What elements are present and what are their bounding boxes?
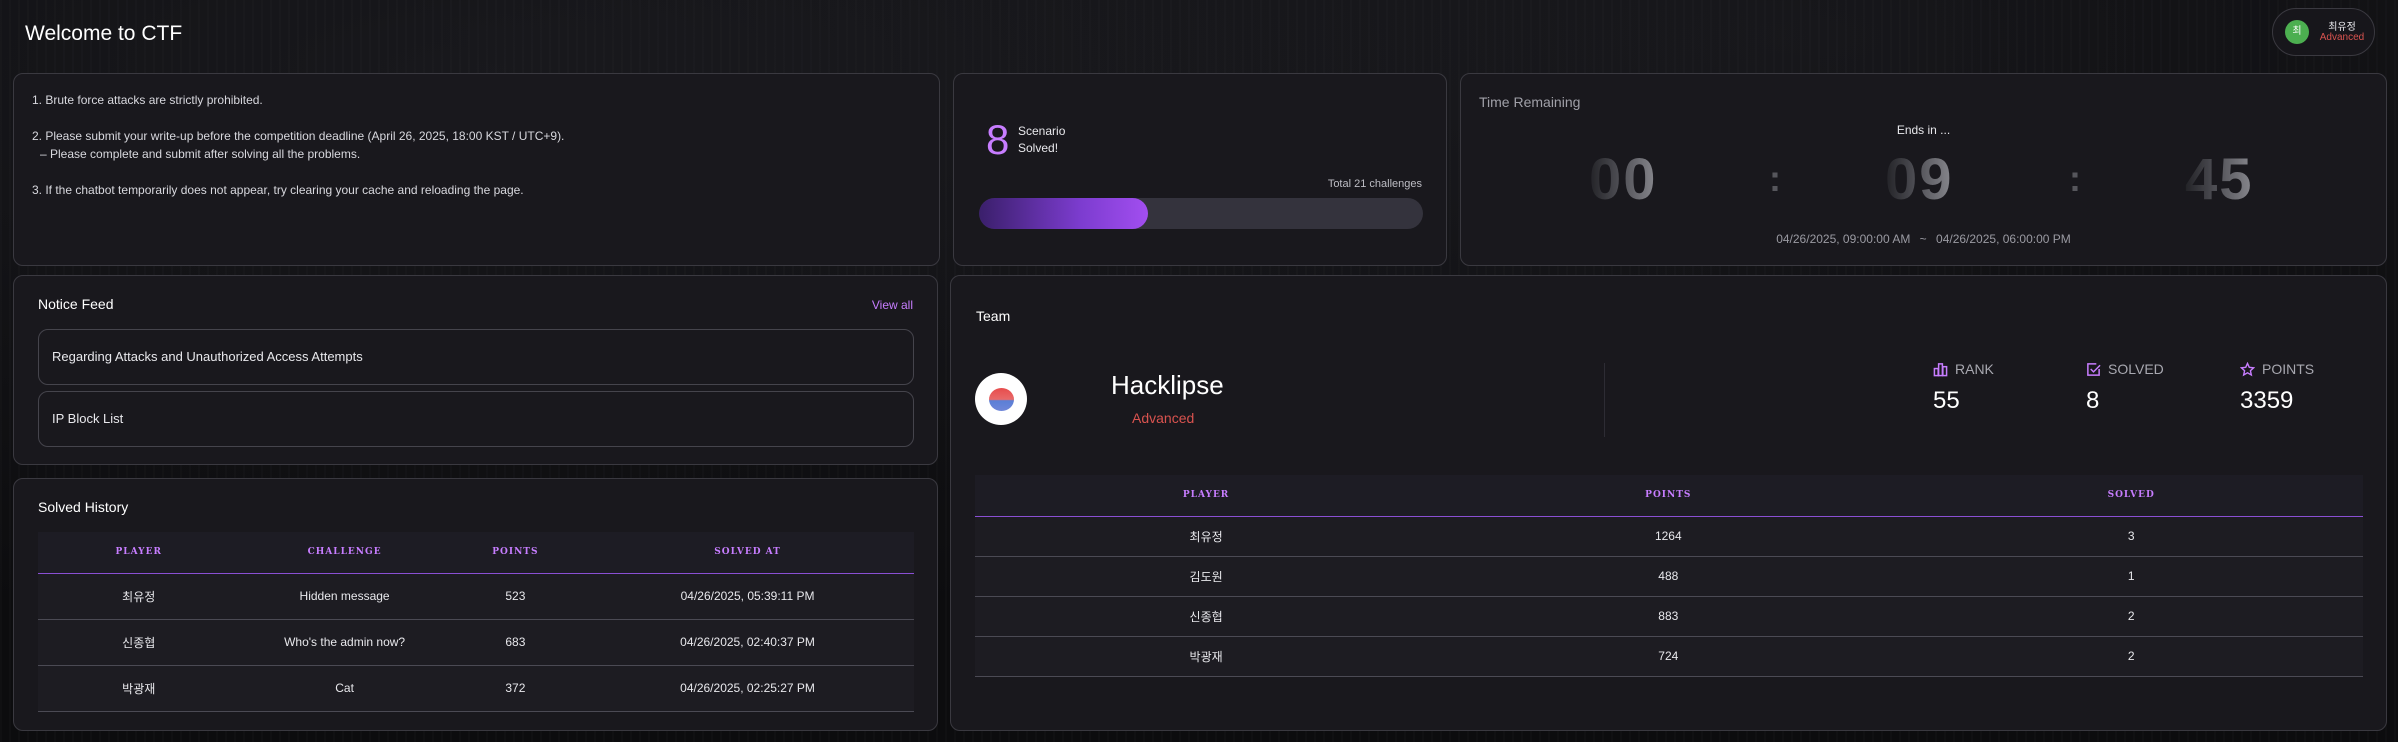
team-name: Hacklipse [1111, 370, 1224, 400]
player-cell: 최유정 [38, 573, 240, 620]
page-title: Welcome to CTF [25, 22, 183, 45]
rule-1: 1. Brute force attacks are strictly proh… [32, 93, 263, 107]
scenario-progress-card: 8 Scenario Solved! Total 21 challenges [953, 73, 1447, 266]
points-cell: 488 [1437, 556, 1900, 597]
solved-cell: 2 [1899, 596, 2363, 637]
rule-2: 2. Please submit your write-up before th… [32, 129, 565, 143]
solved-at-cell: 04/26/2025, 02:40:37 PM [581, 619, 914, 666]
solved-count: 8 [986, 116, 1010, 163]
column-header: POINTS [1437, 475, 1900, 517]
solved-value: 8 [2086, 387, 2100, 414]
solved-stat: SOLVED 8 [2086, 361, 2164, 415]
points-cell: 724 [1437, 636, 1900, 677]
column-header: CHALLENGE [239, 532, 450, 574]
player-cell: 신종협 [975, 596, 1438, 637]
range-separator: ~ [1919, 232, 1927, 246]
star-icon [2240, 361, 2255, 376]
notice-item[interactable]: Regarding Attacks and Unauthorized Acces… [38, 329, 914, 385]
solved-cell: 3 [1899, 516, 2363, 557]
challenge-cell: Who's the admin now? [239, 619, 450, 666]
checkbox-icon [2087, 362, 2101, 376]
user-avatar: 최 [2285, 20, 2309, 44]
rank-label: RANK [1955, 361, 1994, 377]
team-card: Team Hacklipse Advanced RANK 55 SOLVED 8… [950, 275, 2387, 731]
timer-colon: : [1769, 158, 1781, 199]
notice-feed-heading: Notice Feed [38, 296, 114, 312]
rank-value: 55 [1933, 387, 1960, 414]
solved-history-table: PLAYER CHALLENGE POINTS SOLVED AT 최유정 Hi… [38, 532, 914, 712]
points-cell: 1264 [1437, 516, 1900, 557]
progress-bar [979, 198, 1423, 229]
time-remaining-heading: Time Remaining [1479, 94, 1581, 110]
ends-in-label: Ends in ... [1896, 123, 1951, 137]
team-level: Advanced [1132, 410, 1195, 426]
points-cell: 883 [1437, 596, 1900, 637]
challenge-cell: Cat [239, 665, 450, 712]
column-header: SOLVED [1899, 475, 2363, 517]
table-row: 박광재 Cat 372 04/26/2025, 02:25:27 PM [38, 665, 914, 712]
competition-range: 04/26/2025, 09:00:00 AM ~ 04/26/2025, 06… [1461, 232, 2386, 246]
challenge-cell: Hidden message [239, 573, 450, 620]
player-cell: 박광재 [975, 636, 1438, 677]
scenario-label: Scenario [1018, 124, 1066, 138]
notice-feed-card: Notice Feed View all Regarding Attacks a… [13, 275, 938, 465]
player-cell: 박광재 [38, 665, 240, 712]
divider [1604, 363, 1605, 437]
timer-colon: : [2069, 158, 2081, 199]
timer-minutes: 09 [1885, 147, 1954, 212]
solved-history-card: Solved History PLAYER CHALLENGE POINTS S… [13, 478, 938, 731]
rule-2-note: – Please complete and submit after solvi… [40, 147, 361, 161]
team-heading: Team [976, 308, 1011, 324]
notice-item[interactable]: IP Block List [38, 391, 914, 447]
range-start: 04/26/2025, 09:00:00 AM [1776, 232, 1911, 246]
points-cell: 372 [449, 665, 582, 712]
user-level: Advanced [2319, 32, 2365, 43]
solved-cell: 1 [1899, 556, 2363, 597]
column-header: SOLVED AT [581, 532, 914, 574]
team-logo [975, 373, 1027, 425]
timer-seconds: 45 [2185, 147, 2254, 212]
solved-label: Solved! [1018, 141, 1059, 155]
bar-chart-icon [1933, 362, 1948, 376]
solved-cell: 2 [1899, 636, 2363, 677]
solved-history-heading: Solved History [38, 499, 129, 515]
points-cell: 683 [449, 619, 582, 666]
user-profile-chip[interactable]: 최 최유정 Advanced [2272, 8, 2375, 56]
player-cell: 김도원 [975, 556, 1438, 597]
progress-bar-fill [979, 198, 1149, 229]
table-row: 박광재 724 2 [975, 636, 2363, 677]
solved-at-cell: 04/26/2025, 02:25:27 PM [581, 665, 914, 712]
points-cell: 523 [449, 573, 582, 620]
column-header: POINTS [449, 532, 582, 574]
solved-label: SOLVED [2108, 361, 2164, 377]
column-header: PLAYER [975, 475, 1438, 517]
range-end: 04/26/2025, 06:00:00 PM [1936, 232, 2071, 246]
points-value: 3359 [2240, 387, 2294, 414]
points-label: POINTS [2262, 361, 2315, 377]
player-cell: 신종협 [38, 619, 240, 666]
table-row: 신종협 Who's the admin now? 683 04/26/2025,… [38, 619, 914, 666]
table-row: 최유정 Hidden message 523 04/26/2025, 05:39… [38, 573, 914, 620]
column-header: PLAYER [38, 532, 240, 574]
timer-hours: 00 [1589, 147, 1658, 212]
table-row: 최유정 1264 3 [975, 516, 2363, 557]
rules-card: 1. Brute force attacks are strictly proh… [13, 73, 940, 266]
table-row: 신종협 883 2 [975, 596, 2363, 637]
points-stat: POINTS 3359 [2240, 361, 2314, 415]
user-name: 최유정 [2328, 22, 2356, 33]
rule-3: 3. If the chatbot temporarily does not a… [32, 183, 524, 197]
team-members-table: PLAYER POINTS SOLVED 최유정 1264 3 김도원 488 … [975, 475, 2363, 677]
table-row: 김도원 488 1 [975, 556, 2363, 597]
time-remaining-card: Time Remaining Ends in ... 00 : 09 : 45 … [1460, 73, 2387, 266]
view-all-link[interactable]: View all [872, 298, 913, 312]
player-cell: 최유정 [975, 516, 1438, 557]
total-challenges: Total 21 challenges [1327, 178, 1422, 190]
solved-at-cell: 04/26/2025, 05:39:11 PM [581, 573, 914, 620]
rank-stat: RANK 55 [1933, 361, 1994, 415]
